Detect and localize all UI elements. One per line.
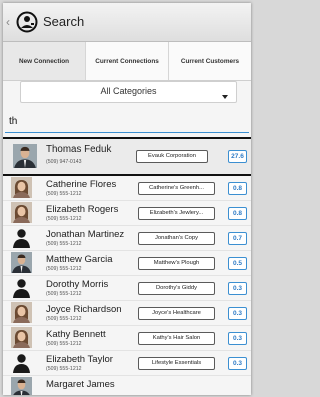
avatar xyxy=(11,252,32,273)
tab-current-customers[interactable]: Current Customers xyxy=(169,42,251,80)
contact-name: Joyce Richardson xyxy=(46,304,122,315)
company-button[interactable]: Matthew's Plough xyxy=(138,257,215,270)
company-button[interactable]: Dorothy's Giddy xyxy=(138,282,215,295)
score-badge: 0.7 xyxy=(228,232,247,245)
contact-phone: (509) 555-1212 xyxy=(46,316,82,322)
contact-name: Elizabeth Rogers xyxy=(46,204,119,215)
avatar xyxy=(11,377,32,395)
contact-phone: (509) 555-1212 xyxy=(46,341,82,347)
company-button[interactable]: Lifestyle Essentials xyxy=(138,357,215,370)
avatar xyxy=(11,202,32,223)
company-button[interactable]: Kathy's Hair Salon xyxy=(138,332,215,345)
contact-name: Margaret James xyxy=(46,379,115,390)
contact-phone: (509) 555-1212 xyxy=(46,191,82,197)
contact-row[interactable]: Dorothy Morris (509) 555-1212 Dorothy's Gi… xyxy=(3,276,251,301)
app-screen: ‹ Search New Connection Current Connecti… xyxy=(3,3,251,395)
chevron-left-icon[interactable]: ‹ xyxy=(6,15,10,29)
dropdown-arrow-icon xyxy=(222,95,228,99)
company-button[interactable]: Catherine's Greenh... xyxy=(138,182,215,195)
score-badge: 0.3 xyxy=(228,282,247,295)
app-logo-icon xyxy=(16,11,38,33)
company-button[interactable]: Joyce's Healthcare xyxy=(138,307,215,320)
contact-phone: (509) 947-0143 xyxy=(46,159,82,165)
contact-name: Thomas Feduk xyxy=(46,144,112,155)
search-input[interactable] xyxy=(5,110,249,132)
contact-name: Kathy Bennett xyxy=(46,329,106,340)
contact-row[interactable]: Jonathan Martinez (509) 555-1212 Jonathan'… xyxy=(3,226,251,251)
score-badge: 0.8 xyxy=(228,182,247,195)
search-field[interactable] xyxy=(5,110,249,133)
score-badge: 0.3 xyxy=(228,357,247,370)
score-badge: 0.3 xyxy=(228,332,247,345)
contact-name: Jonathan Martinez xyxy=(46,229,125,240)
contact-row[interactable]: Elizabeth Rogers (509) 555-1212 Elizabeth'… xyxy=(3,201,251,226)
contact-name: Matthew Garcia xyxy=(46,254,113,265)
contact-row[interactable]: Thomas Feduk (509) 947-0143 Evauk Corporat… xyxy=(3,137,251,176)
score-badge: 0.3 xyxy=(228,307,247,320)
contact-name: Elizabeth Taylor xyxy=(46,354,113,365)
avatar xyxy=(11,227,32,248)
category-dropdown[interactable]: All Categories xyxy=(20,81,237,103)
contact-row[interactable]: Margaret James xyxy=(3,376,251,395)
contact-name: Catherine Flores xyxy=(46,179,117,190)
page-title: Search xyxy=(43,14,85,29)
contact-row[interactable]: Elizabeth Taylor (509) 555-1212 Lifestyle … xyxy=(3,351,251,376)
category-dropdown-label: All Categories xyxy=(100,86,157,96)
contact-phone: (509) 555-1212 xyxy=(46,291,82,297)
contact-name: Dorothy Morris xyxy=(46,279,109,290)
tab-bar: New Connection Current Connections Curre… xyxy=(3,42,251,81)
contact-row[interactable]: Catherine Flores (509) 555-1212 Catherine'… xyxy=(3,176,251,201)
header-bar: ‹ Search xyxy=(3,3,251,42)
avatar xyxy=(11,302,32,323)
avatar xyxy=(11,277,32,298)
contact-phone: (509) 555-1212 xyxy=(46,366,82,372)
avatar xyxy=(13,144,37,168)
contact-phone: (509) 555-1212 xyxy=(46,216,82,222)
contact-phone: (509) 555-1212 xyxy=(46,241,82,247)
contact-row[interactable]: Matthew Garcia (509) 555-1212 Matthew's Pl… xyxy=(3,251,251,276)
score-badge: 27.6 xyxy=(228,150,247,163)
company-button[interactable]: Evauk Corporation xyxy=(136,150,208,163)
score-badge: 0.5 xyxy=(228,257,247,270)
tab-new-connection[interactable]: New Connection xyxy=(3,42,86,80)
avatar xyxy=(11,352,32,373)
avatar xyxy=(11,177,32,198)
company-button[interactable]: Elizabeth's Jewlery... xyxy=(138,207,215,220)
contact-phone: (509) 555-1212 xyxy=(46,266,82,272)
contact-row[interactable]: Joyce Richardson (509) 555-1212 Joyce's He… xyxy=(3,301,251,326)
company-button[interactable]: Jonathan's Copy xyxy=(138,232,215,245)
score-badge: 0.8 xyxy=(228,207,247,220)
contact-row[interactable]: Kathy Bennett (509) 555-1212 Kathy's Hair … xyxy=(3,326,251,351)
tab-current-connections[interactable]: Current Connections xyxy=(86,42,169,80)
avatar xyxy=(11,327,32,348)
